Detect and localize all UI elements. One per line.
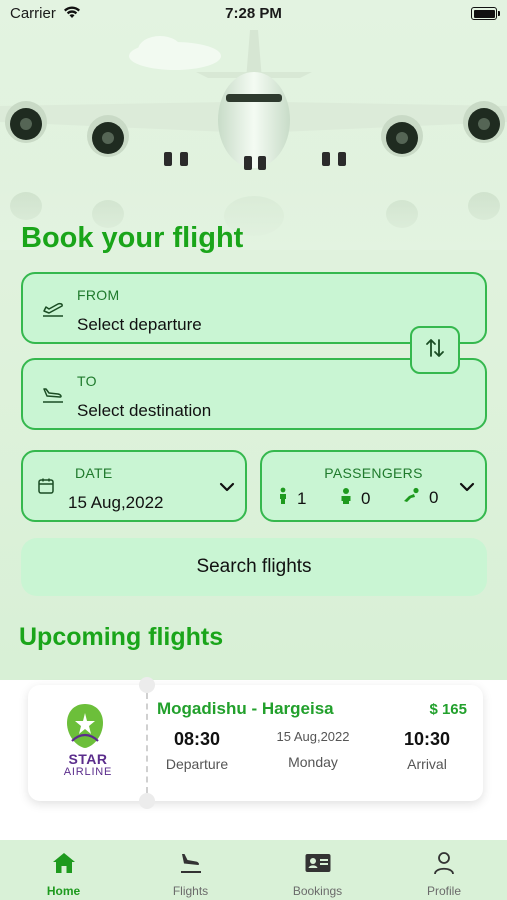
passengers-label: PASSENGERS <box>324 465 423 481</box>
bottom-tab-bar: Home Flights Bookings Profile <box>0 840 507 900</box>
from-value: Select departure <box>77 315 202 334</box>
tab-bookings[interactable]: Bookings <box>254 840 381 900</box>
departure-column: 08:30 Departure <box>156 729 238 772</box>
tab-bookings-label: Bookings <box>292 884 343 898</box>
airline-logo-mark-icon <box>67 704 103 748</box>
flight-weekday: Monday <box>288 754 338 770</box>
swap-locations-button[interactable] <box>410 326 460 374</box>
tab-profile-label: Profile <box>426 884 461 898</box>
date-value: 15 Aug,2022 <box>68 493 164 512</box>
airplane-illustration <box>0 30 507 250</box>
tab-home[interactable]: Home <box>0 840 127 900</box>
infant-count: 0 <box>402 487 438 508</box>
adult-icon <box>278 487 288 510</box>
calendar-icon <box>37 477 55 500</box>
date-field[interactable]: DATE 15 Aug,2022 <box>21 450 247 522</box>
infant-icon <box>402 487 420 508</box>
tab-profile[interactable]: Profile <box>381 840 507 900</box>
from-label: FROM <box>77 287 120 303</box>
swap-vertical-icon <box>422 335 448 366</box>
departure-time: 08:30 <box>173 729 221 749</box>
airline-logo: STAR AIRLINE <box>48 703 128 783</box>
airline-logo-star: STAR <box>68 751 108 767</box>
page-title: Book your flight <box>21 222 244 254</box>
adult-count: 1 <box>278 487 306 510</box>
to-label: TO <box>77 373 97 389</box>
passengers-field[interactable]: PASSENGERS 1 0 0 <box>260 450 487 522</box>
tab-home-label: Home <box>46 884 81 898</box>
ticket-notch <box>139 677 155 693</box>
flight-landing-icon <box>127 851 254 877</box>
flight-date: 15 Aug,2022 <box>276 729 350 744</box>
flight-date-column: 15 Aug,2022 Monday <box>268 729 358 770</box>
upcoming-flight-card[interactable]: STAR AIRLINE Mogadishu - Hargeisa $ 165 … <box>28 677 483 809</box>
airline-logo-airline: AIRLINE <box>63 766 113 778</box>
flight-landing-icon <box>41 385 65 410</box>
child-count: 0 <box>340 487 370 510</box>
arrival-time: 10:30 <box>403 729 451 749</box>
ticket-perforation <box>146 693 148 793</box>
arrival-column: 10:30 Arrival <box>396 729 458 772</box>
flight-route: Mogadishu - Hargeisa <box>157 699 334 718</box>
departure-label: Departure <box>165 756 229 772</box>
home-icon <box>0 851 127 877</box>
arrival-label: Arrival <box>407 756 447 772</box>
ticket-notch <box>139 793 155 809</box>
id-card-icon <box>254 851 381 877</box>
battery-icon <box>471 7 500 20</box>
to-value: Select destination <box>77 401 212 420</box>
person-icon <box>381 851 507 877</box>
chevron-down-icon <box>459 479 475 500</box>
date-label: DATE <box>75 465 113 481</box>
tab-flights[interactable]: Flights <box>127 840 254 900</box>
child-icon <box>340 487 352 510</box>
child-count-value: 0 <box>361 488 371 508</box>
tab-flights-label: Flights <box>172 884 209 898</box>
chevron-down-icon <box>219 479 235 500</box>
infant-count-value: 0 <box>429 487 439 507</box>
adult-count-value: 1 <box>297 488 307 508</box>
search-flights-button[interactable]: Search flights <box>21 538 487 596</box>
flight-price: $ 165 <box>429 701 467 718</box>
flight-takeoff-icon <box>41 299 65 324</box>
booking-screen: Carrier 7:28 PM Book your flight FROM Se… <box>0 0 507 900</box>
upcoming-flights-title: Upcoming flights <box>19 623 224 651</box>
